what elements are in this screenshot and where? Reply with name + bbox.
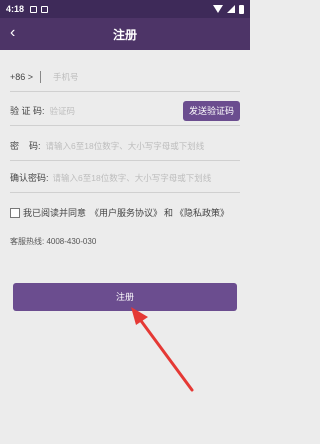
notification-icon [30,5,38,13]
status-time: 4:18 [6,4,25,14]
status-bar: 4:18 [0,0,250,18]
agreement-row: 我已阅读并同意 《用户服务协议》 和 《隐私政策》 [10,206,229,219]
header-bar: ‹ 注册 [0,18,250,50]
password-row: 密 码: [10,131,240,161]
phone-row: +86 > [10,62,240,92]
page-title: 注册 [112,28,137,42]
divider [40,70,42,83]
terms-link[interactable]: 《用户服务协议》 [90,206,162,219]
signal-icon [227,5,235,13]
code-row: 验 证 码: 发送验证码 [10,96,240,126]
image-notification-icon [41,5,49,13]
confirm-password-input[interactable] [52,167,240,188]
hotline-text: 客服热线: 4008-430-030 [10,237,97,246]
agreement-checkbox[interactable] [10,207,20,218]
country-code-selector[interactable]: +86 > [10,72,33,82]
confirm-password-row: 确认密码: [10,163,240,193]
send-code-button[interactable]: 发送验证码 [182,100,240,121]
agreement-and: 和 [164,208,174,218]
code-label: 验 证 码: [10,106,45,116]
wifi-icon [213,5,223,13]
confirm-password-label: 确认密码: [10,173,49,183]
password-label: 密 码: [10,141,41,151]
agreement-prefix: 我已阅读并同意 [23,208,87,218]
code-input[interactable] [49,100,183,121]
battery-icon [239,4,244,14]
phone-input[interactable] [53,66,240,87]
privacy-link[interactable]: 《隐私政策》 [175,206,229,219]
password-input[interactable] [45,135,240,156]
register-button[interactable]: 注册 [13,283,237,311]
